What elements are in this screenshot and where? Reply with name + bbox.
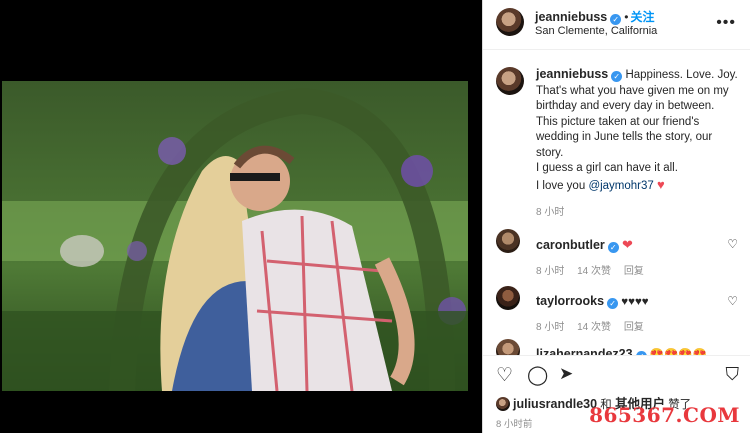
- post-location[interactable]: San Clemente, California: [535, 25, 657, 37]
- caption-line: story.: [536, 146, 564, 159]
- header-name-row: jeanniebuss ✓ • 关注: [535, 8, 654, 26]
- commenter-username[interactable]: taylorrooks: [536, 294, 604, 308]
- heart-icon[interactable]: ♡: [727, 237, 738, 251]
- comment-item: caronbutler ✓ ❤ 8 小时 14 次赞 回复 ♡: [496, 229, 746, 277]
- comment-item: lizahernandez23✓ 😍😍😍😍: [496, 339, 746, 355]
- caption-line: wedding in June tells the story, our: [536, 131, 713, 143]
- follow-button[interactable]: 关注: [630, 10, 654, 24]
- watermark: 865367.COM: [589, 403, 740, 427]
- caption-username[interactable]: jeanniebuss: [536, 67, 608, 81]
- caption-time: 8 小时: [536, 207, 565, 218]
- post-photo[interactable]: [2, 81, 468, 391]
- more-icon[interactable]: •••: [716, 14, 736, 32]
- bookmark-icon[interactable]: ⛉: [726, 364, 740, 385]
- verified-icon: ✓: [607, 242, 619, 253]
- reply-button[interactable]: 回复: [624, 266, 644, 277]
- photo-illustration: [2, 81, 468, 391]
- comment-icon[interactable]: ◯: [527, 364, 548, 387]
- caption-line: Happiness. Love. Joy.: [625, 69, 738, 81]
- author-username[interactable]: jeanniebuss: [535, 10, 607, 24]
- share-icon[interactable]: ➤: [559, 364, 573, 384]
- commenter-avatar[interactable]: [496, 229, 520, 253]
- comments-list[interactable]: jeanniebuss ✓ Happiness. Love. Joy. That'…: [483, 51, 750, 355]
- caption-line: I love you: [536, 179, 586, 192]
- heart-icon[interactable]: ♡: [496, 364, 513, 387]
- caption: jeanniebuss ✓ Happiness. Love. Joy. That'…: [496, 67, 746, 218]
- post-timestamp: 8 小时前: [496, 419, 533, 430]
- heart-icon[interactable]: ♡: [727, 294, 738, 308]
- comment-text: ♥♥♥♥: [621, 296, 649, 308]
- media-pane: [0, 0, 482, 433]
- reply-button[interactable]: 回复: [624, 322, 644, 333]
- comment-likes[interactable]: 14 次赞: [577, 266, 611, 277]
- comment-item: taylorrooks ✓ ♥♥♥♥ 8 小时 14 次赞 回复 ♡: [496, 286, 746, 333]
- comment-likes[interactable]: 14 次赞: [577, 322, 611, 333]
- caption-line: I guess a girl can have it all.: [536, 162, 678, 174]
- caption-avatar[interactable]: [496, 67, 524, 95]
- commenter-username[interactable]: caronbutler: [536, 238, 605, 252]
- separator-dot: •: [624, 10, 629, 24]
- verified-icon: ✓: [610, 14, 622, 25]
- verified-icon: ✓: [607, 298, 619, 309]
- comment-time: 8 小时: [536, 322, 565, 333]
- commenter-avatar[interactable]: [496, 286, 520, 310]
- caption-text: jeanniebuss ✓ Happiness. Love. Joy. That'…: [536, 67, 746, 194]
- liker-username[interactable]: juliusrandle30: [513, 397, 597, 411]
- comment-text: ❤: [621, 237, 633, 252]
- mention-link[interactable]: @jaymohr37: [588, 180, 653, 192]
- liker-avatar[interactable]: [496, 397, 510, 411]
- verified-icon: ✓: [611, 71, 623, 82]
- caption-line: This picture taken at our friend's: [536, 115, 700, 128]
- commenter-avatar[interactable]: [496, 339, 520, 355]
- author-avatar[interactable]: [496, 8, 524, 36]
- caption-line: birthday and every day in between.: [536, 100, 715, 112]
- commenter-username[interactable]: lizahernandez23: [536, 347, 633, 355]
- post-sidebar: jeanniebuss ✓ • 关注 San Clemente, California…: [482, 0, 750, 433]
- caption-line: That's what you have given me on my: [536, 84, 729, 97]
- heart-emoji-icon: ♥: [657, 176, 665, 192]
- post-header: jeanniebuss ✓ • 关注 San Clemente, California…: [483, 0, 750, 50]
- comment-time: 8 小时: [536, 266, 565, 277]
